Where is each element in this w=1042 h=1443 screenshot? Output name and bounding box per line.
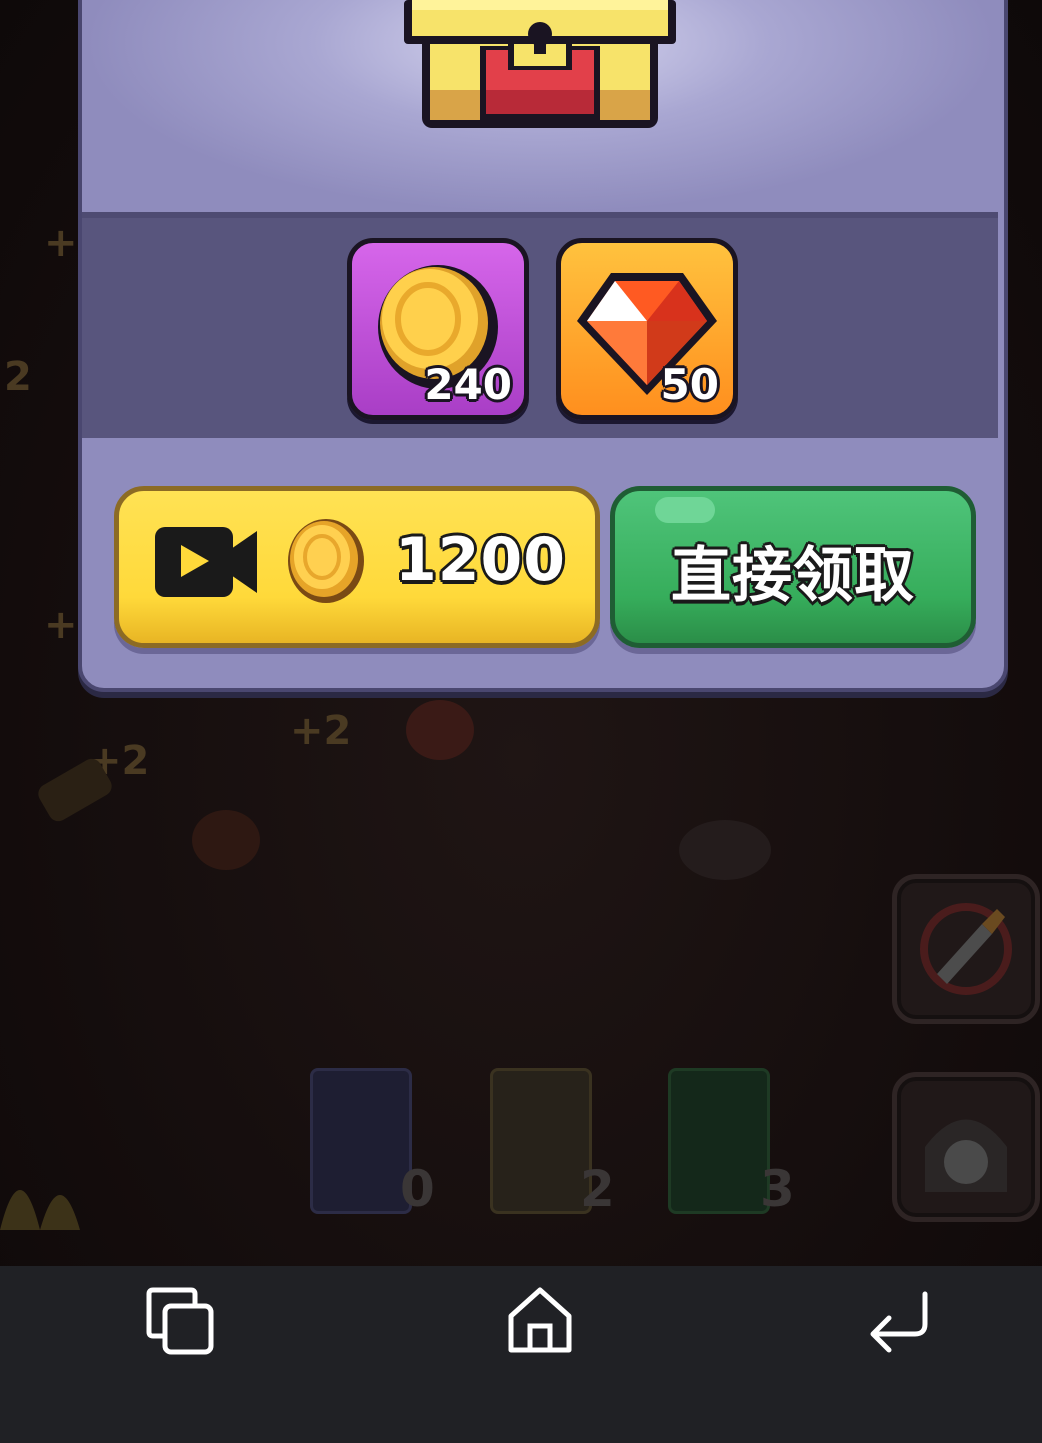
recent-apps-button[interactable]	[125, 1266, 235, 1376]
treasure-chest-icon	[404, 0, 676, 128]
back-button[interactable]	[845, 1266, 955, 1376]
back-icon	[870, 1291, 928, 1353]
video-camera-icon	[155, 527, 257, 597]
book-count: 3	[760, 1160, 795, 1218]
claim-button-label: 直接领取	[671, 541, 915, 611]
floating-score-text: +	[44, 602, 78, 648]
book-count: 2	[580, 1160, 615, 1218]
portal-button[interactable]	[892, 1072, 1040, 1222]
home-icon	[508, 1287, 572, 1353]
wing-skill-book-icon	[490, 1068, 592, 1214]
book-count: 0	[400, 1160, 435, 1218]
reward-count: 50	[660, 360, 719, 409]
heal-skill-book-icon	[668, 1068, 770, 1214]
reward-count: 240	[424, 360, 512, 409]
lightning-skill-book-icon	[310, 1068, 412, 1214]
claim-directly-button[interactable]: 直接领取	[610, 486, 976, 648]
portal-icon	[925, 1119, 1007, 1192]
reward-strip	[82, 218, 998, 438]
coin-icon	[288, 519, 364, 603]
dim-log-icon	[38, 758, 112, 822]
reward-item-gems: 50	[556, 238, 738, 420]
video-reward-amount: 1200	[395, 525, 566, 595]
recent-apps-icon	[146, 1287, 214, 1355]
home-button[interactable]	[485, 1266, 595, 1376]
dim-mushroom-icon	[679, 820, 771, 880]
sword-switch-button[interactable]	[892, 874, 1040, 1024]
floating-score-text: +	[44, 220, 78, 266]
dim-mushroom-icon	[192, 810, 260, 870]
reward-item-coins: 240	[347, 238, 529, 420]
watch-video-reward-button[interactable]: 1200	[114, 486, 600, 648]
dim-plant-icon	[0, 1190, 80, 1230]
dim-mushroom-icon	[406, 700, 474, 760]
floating-score-text: 2	[4, 354, 32, 400]
button-shine	[655, 497, 715, 523]
sword-cycle-icon	[920, 903, 1012, 995]
